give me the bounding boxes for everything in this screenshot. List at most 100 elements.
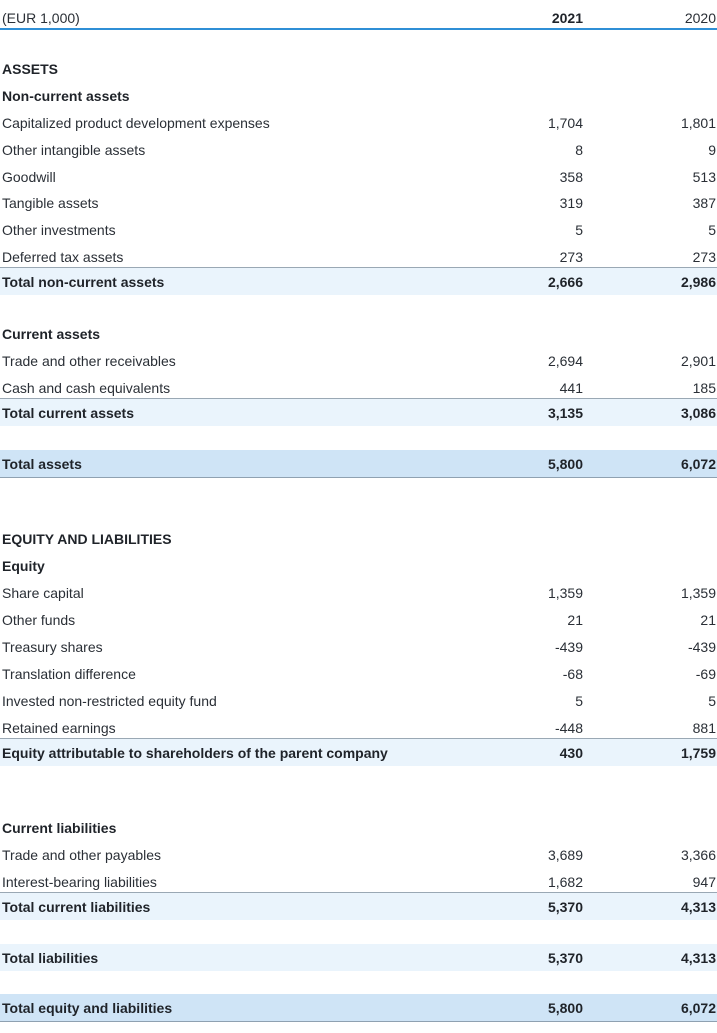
row-label: Goodwill bbox=[2, 168, 56, 185]
table-row: Share capital 1,359 1,359 bbox=[0, 579, 717, 606]
table-row: Goodwill 358 513 bbox=[0, 163, 717, 190]
table-row: Interest-bearing liabilities 1,682 947 bbox=[0, 868, 717, 895]
value-2020: 1,801 bbox=[680, 114, 716, 131]
value-2021: 1,359 bbox=[547, 584, 583, 601]
section-title-equity-liabilities: EQUITY AND LIABILITIES bbox=[0, 525, 717, 552]
value-2020: 273 bbox=[692, 248, 716, 265]
value-2021: -68 bbox=[562, 665, 583, 682]
row-label: Trade and other payables bbox=[2, 846, 162, 863]
row-label: Total non-current assets bbox=[2, 273, 165, 290]
value-2020: 6,072 bbox=[680, 999, 716, 1016]
value-2021: 3,689 bbox=[547, 846, 583, 863]
value-2021: 1,704 bbox=[547, 114, 583, 131]
value-2020: 881 bbox=[692, 719, 716, 736]
value-2021: 5,370 bbox=[547, 949, 583, 966]
subsection-title-text: Current assets bbox=[2, 325, 101, 342]
total-row-liabilities: Total liabilities 5,370 4,313 bbox=[0, 944, 717, 971]
total-row-current-assets: Total current assets 3,135 3,086 bbox=[0, 398, 717, 426]
value-2020: 185 bbox=[692, 379, 716, 396]
table-row: Invested non-restricted equity fund 5 5 bbox=[0, 687, 717, 714]
table-row: Cash and cash equivalents 441 185 bbox=[0, 374, 717, 401]
section-title-text: EQUITY AND LIABILITIES bbox=[2, 530, 172, 547]
table-row: Trade and other payables 3,689 3,366 bbox=[0, 841, 717, 868]
value-2020: 1,759 bbox=[680, 744, 716, 761]
table-row: Deferred tax assets 273 273 bbox=[0, 243, 717, 270]
subsection-title-current-assets: Current assets bbox=[0, 320, 717, 347]
table-row: Treasury shares -439 -439 bbox=[0, 633, 717, 660]
row-label: Retained earnings bbox=[2, 719, 116, 736]
row-label: Deferred tax assets bbox=[2, 248, 124, 265]
total-row-noncurrent-assets: Total non-current assets 2,666 2,986 bbox=[0, 267, 717, 295]
value-2021: 5 bbox=[575, 692, 583, 709]
value-2020: 5 bbox=[708, 692, 716, 709]
row-label: Total assets bbox=[2, 455, 82, 472]
total-row-equity-and-liabilities: Total equity and liabilities 5,800 6,072 bbox=[0, 994, 717, 1022]
section-title-assets: ASSETS bbox=[0, 55, 717, 82]
row-label: Tangible assets bbox=[2, 194, 99, 211]
subsection-title-equity: Equity bbox=[0, 552, 717, 579]
value-2021: 5,800 bbox=[547, 455, 583, 472]
table-row: Tangible assets 319 387 bbox=[0, 189, 717, 216]
row-label: Other investments bbox=[2, 221, 116, 238]
value-2021: 5 bbox=[575, 221, 583, 238]
value-2021: 21 bbox=[567, 611, 583, 628]
row-label: Treasury shares bbox=[2, 638, 103, 655]
value-2020: 4,313 bbox=[680, 949, 716, 966]
value-2021: 358 bbox=[559, 168, 583, 185]
value-2021: 273 bbox=[559, 248, 583, 265]
row-label: Total equity and liabilities bbox=[2, 999, 173, 1016]
total-row-assets: Total assets 5,800 6,072 bbox=[0, 450, 717, 478]
value-2020: 513 bbox=[692, 168, 716, 185]
value-2020: 3,366 bbox=[680, 846, 716, 863]
table-row: Other investments 5 5 bbox=[0, 216, 717, 243]
column-header-2020: 2020 bbox=[684, 9, 716, 26]
table-row: Other intangible assets 8 9 bbox=[0, 136, 717, 163]
value-2020: 6,072 bbox=[680, 455, 716, 472]
value-2021: 5,370 bbox=[547, 898, 583, 915]
total-row-current-liabilities: Total current liabilities 5,370 4,313 bbox=[0, 892, 717, 920]
row-label: Capitalized product development expenses bbox=[2, 114, 270, 131]
table-header: (EUR 1,000) 2021 2020 bbox=[0, 4, 717, 31]
row-label: Other funds bbox=[2, 611, 76, 628]
value-2020: 947 bbox=[692, 873, 716, 890]
value-2020: 9 bbox=[708, 141, 716, 158]
value-2020: 4,313 bbox=[680, 898, 716, 915]
column-header-2021: 2021 bbox=[551, 9, 583, 26]
row-label: Trade and other receivables bbox=[2, 352, 176, 369]
value-2021: 8 bbox=[575, 141, 583, 158]
subsection-title-text: Current liabilities bbox=[2, 819, 117, 836]
subsection-title-text: Non-current assets bbox=[2, 87, 130, 104]
value-2020: -439 bbox=[687, 638, 716, 655]
value-2020: 387 bbox=[692, 194, 716, 211]
value-2020: -69 bbox=[695, 665, 716, 682]
subsection-title-current-liabilities: Current liabilities bbox=[0, 814, 717, 841]
subsection-title-noncurrent: Non-current assets bbox=[0, 82, 717, 109]
value-2020: 2,986 bbox=[680, 273, 716, 290]
value-2021: 441 bbox=[559, 379, 583, 396]
table-row: Trade and other receivables 2,694 2,901 bbox=[0, 347, 717, 374]
row-label: Share capital bbox=[2, 584, 84, 601]
row-label: Other intangible assets bbox=[2, 141, 146, 158]
value-2020: 3,086 bbox=[680, 404, 716, 421]
value-2020: 5 bbox=[708, 221, 716, 238]
value-2021: 430 bbox=[559, 744, 583, 761]
value-2021: 3,135 bbox=[547, 404, 583, 421]
subsection-title-text: Equity bbox=[2, 557, 45, 574]
value-2020: 21 bbox=[700, 611, 716, 628]
value-2020: 1,359 bbox=[680, 584, 716, 601]
row-label: Total current liabilities bbox=[2, 898, 151, 915]
row-label: Equity attributable to shareholders of t… bbox=[2, 744, 388, 761]
table-row: Capitalized product development expenses… bbox=[0, 109, 717, 136]
row-label: Total liabilities bbox=[2, 949, 99, 966]
value-2021: 1,682 bbox=[547, 873, 583, 890]
table-row: Retained earnings -448 881 bbox=[0, 714, 717, 741]
total-row-equity: Equity attributable to shareholders of t… bbox=[0, 738, 717, 766]
row-label: Invested non-restricted equity fund bbox=[2, 692, 217, 709]
value-2021: 5,800 bbox=[547, 999, 583, 1016]
value-2021: 319 bbox=[559, 194, 583, 211]
value-2020: 2,901 bbox=[680, 352, 716, 369]
section-title-text: ASSETS bbox=[2, 60, 59, 77]
value-2021: 2,666 bbox=[547, 273, 583, 290]
value-2021: -439 bbox=[554, 638, 583, 655]
row-label: Cash and cash equivalents bbox=[2, 379, 171, 396]
